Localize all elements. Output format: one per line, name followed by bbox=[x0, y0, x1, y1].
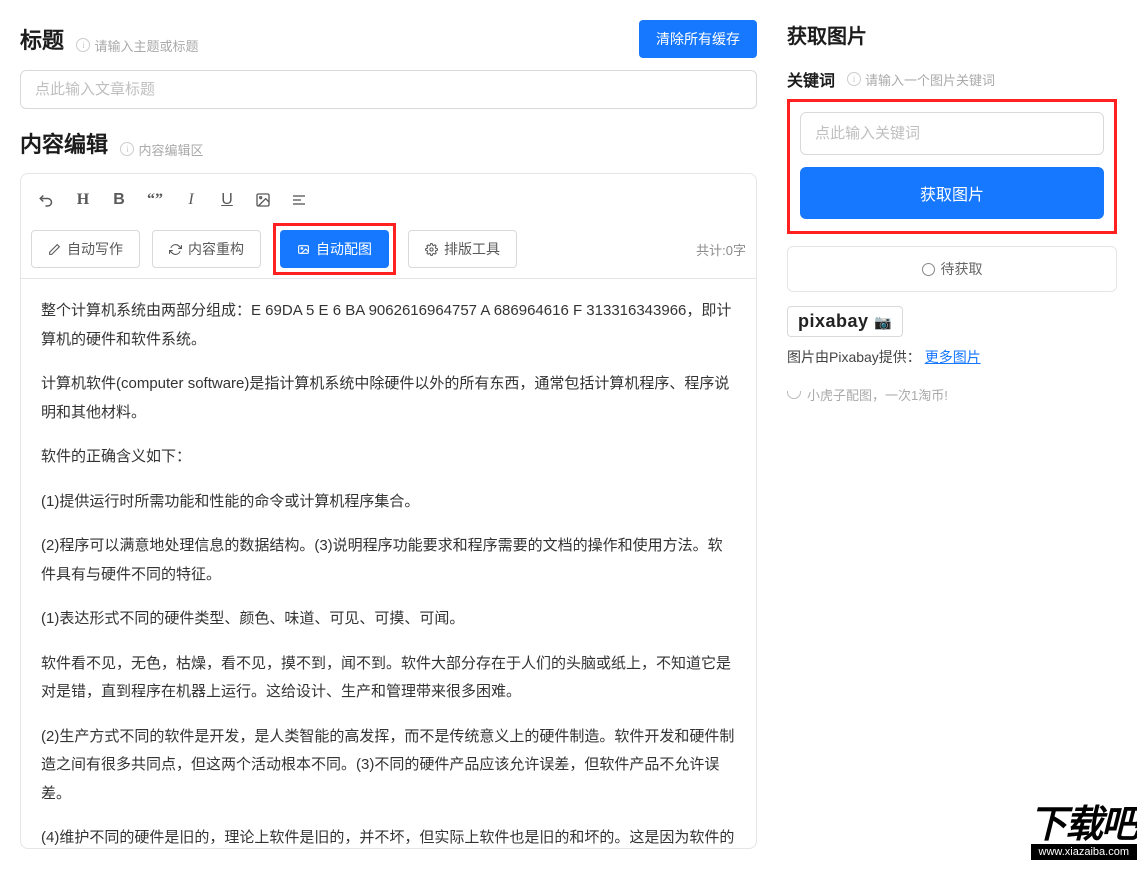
paragraph: (1)提供运行时所需功能和性能的命令或计算机程序集合。 bbox=[41, 488, 736, 517]
bold-icon[interactable]: B bbox=[103, 186, 135, 214]
paragraph: 整个计算机系统由两部分组成：E 69DA 5 E 6 BA 9062616964… bbox=[41, 297, 736, 354]
info-icon: i bbox=[76, 38, 90, 52]
paragraph: 软件看不见，无色，枯燥，看不见，摸不到，闻不到。软件大部分存在于人们的头脑或纸上… bbox=[41, 650, 736, 707]
keyword-input[interactable] bbox=[800, 112, 1104, 155]
camera-icon: 📷 bbox=[874, 314, 892, 330]
photo-icon bbox=[297, 243, 310, 256]
undo-icon[interactable] bbox=[31, 186, 63, 214]
align-left-icon[interactable] bbox=[283, 186, 315, 214]
paragraph: 软件的正确含义如下： bbox=[41, 443, 736, 472]
layout-tool-button[interactable]: 排版工具 bbox=[408, 230, 517, 268]
keyword-header: 关键词 i 请输入一个图片关键词 bbox=[787, 67, 1117, 91]
info-icon: i bbox=[120, 142, 134, 156]
fetch-image-button[interactable]: 获取图片 bbox=[800, 167, 1104, 219]
underline-icon[interactable]: U bbox=[211, 186, 243, 214]
paragraph: (1)表达形式不同的硬件类型、颜色、味道、可见、可摸、可闻。 bbox=[41, 605, 736, 634]
content-hint: i 内容编辑区 bbox=[120, 140, 203, 159]
pixabay-badge: pixabay 📷 bbox=[787, 306, 903, 337]
provider-line: 图片由Pixabay提供： 更多图片 bbox=[787, 347, 1117, 367]
footer-note: 小虎子配图，一次1淘币! bbox=[787, 385, 1117, 404]
editor-toolbar: H B “” I U 自动写作 内容重构 bbox=[20, 173, 757, 279]
heading-icon[interactable]: H bbox=[67, 186, 99, 214]
refresh-icon bbox=[169, 243, 182, 256]
title-header: 标题 i 请输入主题或标题 清除所有缓存 bbox=[20, 20, 757, 58]
fetch-image-title: 获取图片 bbox=[787, 20, 1117, 49]
circle-icon bbox=[922, 263, 935, 276]
auto-write-button[interactable]: 自动写作 bbox=[31, 230, 140, 268]
title-hint: i 请输入主题或标题 bbox=[76, 36, 198, 55]
italic-icon[interactable]: I bbox=[175, 186, 207, 214]
pending-status: 待获取 bbox=[787, 246, 1117, 292]
bowl-icon bbox=[787, 391, 801, 399]
more-images-link[interactable]: 更多图片 bbox=[925, 349, 981, 365]
highlight-keyword-box: 获取图片 bbox=[787, 99, 1117, 234]
clear-cache-button[interactable]: 清除所有缓存 bbox=[639, 20, 757, 58]
keyword-label: 关键词 bbox=[787, 67, 835, 91]
info-icon: i bbox=[847, 72, 861, 86]
watermark-url: www.xiazaiba.com bbox=[1031, 844, 1137, 860]
keyword-hint: i 请输入一个图片关键词 bbox=[847, 70, 995, 89]
watermark-logo: 下载吧 bbox=[1029, 808, 1137, 842]
pencil-icon bbox=[48, 243, 61, 256]
content-label: 内容编辑 bbox=[20, 132, 108, 157]
quote-icon[interactable]: “” bbox=[139, 186, 171, 214]
editor-body[interactable]: 整个计算机系统由两部分组成：E 69DA 5 E 6 BA 9062616964… bbox=[20, 279, 757, 849]
paragraph: (2)程序可以满意地处理信息的数据结构。(3)说明程序功能要求和程序需要的文档的… bbox=[41, 532, 736, 589]
paragraph: 计算机软件(computer software)是指计算机系统中除硬件以外的所有… bbox=[41, 370, 736, 427]
settings-icon bbox=[425, 243, 438, 256]
word-count: 共计:0字 bbox=[696, 240, 746, 259]
paragraph: (4)维护不同的硬件是旧的，理论上软件是旧的，并不坏，但实际上软件也是旧的和坏的… bbox=[41, 824, 736, 849]
image-icon[interactable] bbox=[247, 186, 279, 214]
watermark: 下载吧 www.xiazaiba.com bbox=[1029, 808, 1137, 860]
title-input[interactable] bbox=[20, 70, 757, 109]
rebuild-button[interactable]: 内容重构 bbox=[152, 230, 261, 268]
title-label: 标题 bbox=[20, 28, 64, 53]
highlight-auto-image: 自动配图 bbox=[273, 223, 396, 275]
paragraph: (2)生产方式不同的软件是开发，是人类智能的高发挥，而不是传统意义上的硬件制造。… bbox=[41, 723, 736, 809]
content-header: 内容编辑 i 内容编辑区 bbox=[20, 127, 757, 159]
auto-image-button[interactable]: 自动配图 bbox=[280, 230, 389, 268]
